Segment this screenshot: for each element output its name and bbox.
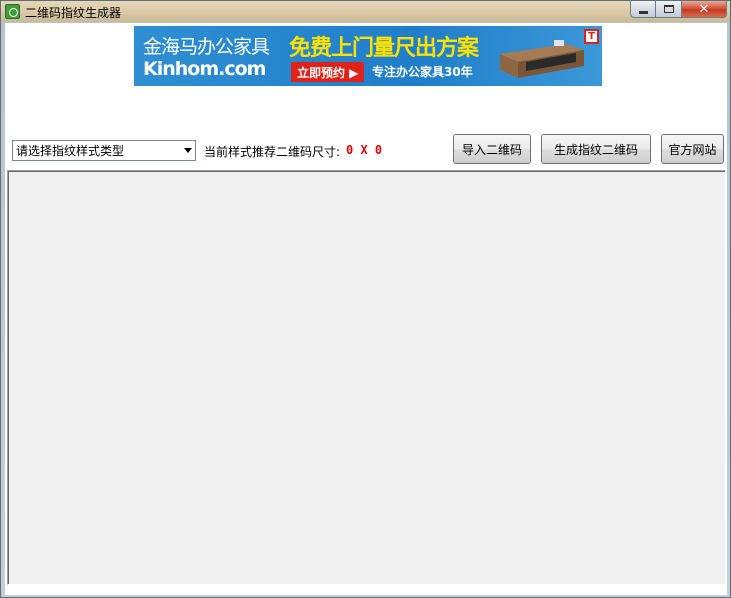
generate-fingerprint-qrcode-button[interactable]: 生成指纹二维码 [541, 134, 651, 164]
maximize-button[interactable] [656, 1, 682, 18]
import-qrcode-button[interactable]: 导入二维码 [453, 134, 531, 164]
preview-panel[interactable] [7, 170, 726, 585]
window-controls: ✕ [630, 1, 727, 18]
banner-cta-button[interactable]: 立即预约 ▶ [291, 62, 365, 82]
banner-logo-icon: T [584, 29, 599, 44]
client-area: 金海马办公家具 Kinhom.com 免费上门量尺出方案 立即预约 ▶ 专注办公… [5, 23, 727, 595]
style-select-value: 请选择指纹样式类型 [16, 144, 125, 158]
window-title: 二维码指纹生成器 [25, 6, 122, 20]
close-button[interactable]: ✕ [682, 1, 727, 18]
minimize-icon [638, 10, 648, 14]
chevron-down-icon [184, 148, 192, 153]
recommended-size-value: 0 X 0 [346, 143, 383, 157]
app-window: 二维码指纹生成器 ✕ 金海马办公家具 Kinhom.com 免费上门量尺出方案 … [0, 0, 731, 598]
official-website-button[interactable]: 官方网站 [661, 134, 724, 164]
banner-domain: Kinhom.com [143, 58, 266, 80]
ad-banner[interactable]: 金海马办公家具 Kinhom.com 免费上门量尺出方案 立即预约 ▶ 专注办公… [134, 26, 602, 86]
banner-brand: 金海马办公家具 [143, 36, 270, 58]
banner-tagline: 专注办公家具30年 [372, 65, 473, 79]
minimize-button[interactable] [630, 1, 656, 18]
close-icon: ✕ [698, 1, 710, 17]
banner-headline: 免费上门量尺出方案 [289, 36, 479, 61]
desk-image [500, 40, 584, 78]
app-icon [5, 4, 20, 19]
title-bar[interactable]: 二维码指纹生成器 ✕ [1, 1, 730, 22]
fingerprint-style-select[interactable]: 请选择指纹样式类型 [12, 140, 196, 161]
maximize-icon [663, 5, 674, 13]
recommended-size-label: 当前样式推荐二维码尺寸: [204, 145, 341, 159]
